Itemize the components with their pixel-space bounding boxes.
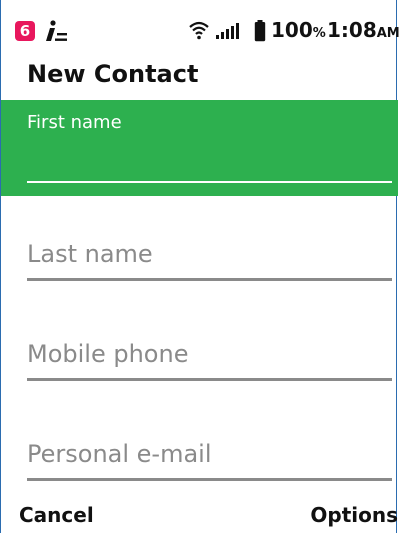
- signal-icon: [216, 23, 239, 39]
- status-bar: 6 100% 1:08AM: [1, 0, 399, 52]
- personal-email-field[interactable]: Personal e-mail: [1, 388, 398, 488]
- mobile-phone-field[interactable]: Mobile phone: [1, 292, 398, 388]
- last-name-placeholder: Last name: [27, 240, 153, 268]
- new-contact-screen: 6 100% 1:08AM New Contact First name Las…: [0, 0, 399, 533]
- mobile-phone-underline: [27, 378, 392, 381]
- notification-count-badge: 6: [15, 21, 35, 41]
- battery-icon: [254, 20, 266, 42]
- first-name-label: First name: [27, 112, 122, 133]
- clock: 1:08AM: [327, 18, 399, 42]
- mobile-phone-placeholder: Mobile phone: [27, 340, 189, 368]
- personal-email-underline: [27, 478, 392, 481]
- personal-email-placeholder: Personal e-mail: [27, 440, 212, 468]
- softkey-bar: Cancel Options: [1, 497, 398, 533]
- first-name-field[interactable]: First name: [1, 100, 398, 196]
- options-softkey[interactable]: Options: [310, 503, 398, 527]
- page-title: New Contact: [27, 60, 199, 88]
- first-name-underline: [27, 181, 392, 183]
- last-name-underline: [27, 278, 392, 281]
- info-icon: [46, 20, 67, 41]
- battery-percentage: 100%: [271, 18, 326, 42]
- wifi-icon: [189, 21, 209, 40]
- cancel-softkey[interactable]: Cancel: [19, 503, 94, 527]
- last-name-field[interactable]: Last name: [1, 196, 398, 292]
